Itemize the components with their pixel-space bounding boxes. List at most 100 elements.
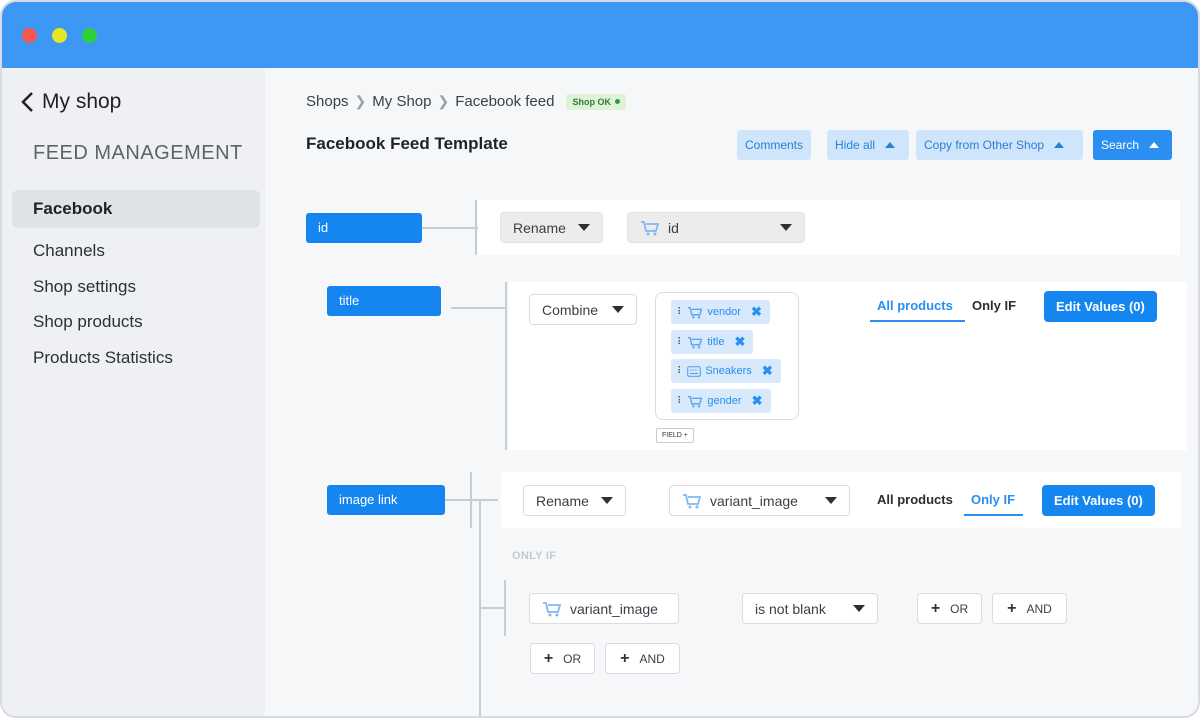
comments-button[interactable]: Comments	[737, 130, 812, 160]
plus-icon: +	[1007, 599, 1017, 617]
breadcrumb-shops[interactable]: Shops	[306, 93, 349, 110]
caret-up-icon	[1149, 142, 1160, 148]
sidebar-item-shop-settings[interactable]: Shop settings	[12, 268, 260, 306]
only-if-section-label: ONLY IF	[512, 550, 557, 562]
field-chip-image-link[interactable]: image link	[327, 485, 445, 515]
remove-icon[interactable]: ✖	[734, 334, 745, 350]
title-action-select[interactable]: Combine	[529, 294, 637, 325]
connector-line	[475, 200, 477, 255]
cart-icon	[683, 493, 702, 508]
connector-line	[479, 607, 506, 609]
caret-down-icon	[601, 497, 613, 504]
combine-tag[interactable]: ⠇ Sneakers ✖	[671, 359, 781, 383]
image-link-action-select[interactable]: Rename	[523, 485, 626, 516]
id-source-select[interactable]: id	[627, 212, 805, 243]
active-tab-indicator	[870, 320, 965, 322]
caret-down-icon	[825, 497, 837, 504]
or-label: OR	[950, 601, 969, 616]
cart-icon	[688, 306, 703, 318]
id-source-value: id	[668, 219, 679, 236]
field-chip-title[interactable]: title	[327, 286, 441, 316]
hide-all-button[interactable]: Hide all	[827, 130, 909, 160]
drag-handle-icon[interactable]: ⠇	[677, 337, 684, 348]
sidebar-item-channels[interactable]: Channels	[12, 232, 260, 270]
minimize-window-button[interactable]	[52, 28, 67, 43]
edit-values-button[interactable]: Edit Values (0)	[1044, 291, 1157, 322]
drag-handle-icon[interactable]: ⠇	[677, 396, 684, 407]
add-or-condition-button[interactable]: + OR	[917, 593, 982, 624]
active-tab-indicator	[964, 514, 1023, 516]
keyboard-icon	[687, 365, 702, 377]
add-field-button[interactable]: FIELD +	[656, 428, 694, 443]
cart-icon	[641, 220, 660, 235]
caret-up-icon	[885, 142, 896, 148]
plus-icon: +	[620, 649, 630, 667]
combine-tag-label: Sneakers	[705, 365, 752, 377]
tab-only-if[interactable]: Only IF	[971, 492, 1015, 507]
add-or-group-button[interactable]: + OR	[530, 643, 595, 674]
status-dot-icon	[614, 99, 620, 104]
breadcrumb-my-shop[interactable]: My Shop	[372, 93, 431, 110]
caret-down-icon	[780, 224, 792, 231]
title-action-value: Combine	[542, 301, 599, 318]
close-window-button[interactable]	[22, 28, 37, 43]
connector-line	[504, 580, 506, 636]
tab-all-products[interactable]: All products	[877, 492, 953, 507]
sidebar-item-shop-products[interactable]: Shop products	[12, 303, 260, 341]
app-window: My shop FEED MANAGEMENT Facebook Channel…	[0, 0, 1200, 718]
copy-from-other-shop-label: Copy from Other Shop	[924, 138, 1045, 152]
combine-tag-label: gender	[707, 395, 742, 407]
caret-up-icon	[1054, 142, 1065, 148]
combine-tag[interactable]: ⠇ vendor ✖	[671, 300, 770, 324]
image-link-source-select[interactable]: variant_image	[669, 485, 850, 516]
condition-field-select[interactable]: variant_image	[529, 593, 679, 624]
sidebar-item-products-statistics[interactable]: Products Statistics	[12, 339, 260, 377]
combine-tag[interactable]: ⠇ title ✖	[671, 330, 754, 354]
field-chip-id[interactable]: id	[306, 213, 422, 243]
image-link-action-value: Rename	[536, 492, 589, 509]
connector-line	[451, 307, 507, 309]
remove-icon[interactable]: ✖	[752, 393, 763, 409]
remove-icon[interactable]: ✖	[762, 363, 773, 379]
condition-field-value: variant_image	[570, 600, 658, 617]
back-link-label: My shop	[42, 90, 122, 113]
search-button[interactable]: Search	[1093, 130, 1172, 160]
breadcrumb: Shops ❯ My Shop ❯ Facebook feed Shop OK	[306, 93, 626, 110]
connector-line	[470, 472, 472, 528]
id-action-value: Rename	[513, 219, 566, 236]
comments-button-label: Comments	[745, 138, 804, 152]
drag-handle-icon[interactable]: ⠇	[677, 307, 684, 318]
page-title: Facebook Feed Template	[306, 134, 508, 153]
condition-operator-select[interactable]: is not blank	[742, 593, 878, 624]
cart-icon	[688, 336, 703, 348]
drag-handle-icon[interactable]: ⠇	[677, 366, 684, 377]
id-action-select[interactable]: Rename	[500, 212, 603, 243]
sidebar	[2, 68, 265, 716]
edit-values-button[interactable]: Edit Values (0)	[1042, 485, 1155, 516]
or-label: OR	[563, 651, 582, 666]
sidebar-section-title: FEED MANAGEMENT	[33, 142, 243, 164]
breadcrumb-facebook-feed: Facebook feed	[455, 93, 555, 110]
condition-operator-value: is not blank	[755, 600, 826, 617]
combine-tag[interactable]: ⠇ gender ✖	[671, 389, 771, 413]
maximize-window-button[interactable]	[82, 28, 97, 43]
plus-icon: +	[543, 649, 554, 667]
tab-all-products[interactable]: All products	[877, 298, 953, 313]
back-link[interactable]: My shop	[20, 90, 121, 114]
caret-down-icon	[853, 605, 865, 612]
search-button-label: Search	[1101, 138, 1140, 152]
remove-icon[interactable]: ✖	[751, 304, 762, 320]
connector-line	[422, 227, 478, 229]
and-label: AND	[639, 651, 665, 666]
combine-tag-label: vendor	[707, 306, 741, 318]
add-and-group-button[interactable]: + AND	[605, 643, 680, 674]
tab-only-if[interactable]: Only IF	[972, 298, 1016, 313]
cart-icon	[688, 395, 703, 407]
image-link-source-value: variant_image	[710, 492, 798, 509]
plus-icon: +	[930, 599, 941, 617]
chevron-left-icon	[21, 92, 33, 112]
and-label: AND	[1026, 601, 1052, 616]
add-and-condition-button[interactable]: + AND	[992, 593, 1067, 624]
sidebar-item-facebook[interactable]: Facebook	[12, 190, 260, 228]
copy-from-other-shop-button[interactable]: Copy from Other Shop	[916, 130, 1083, 160]
